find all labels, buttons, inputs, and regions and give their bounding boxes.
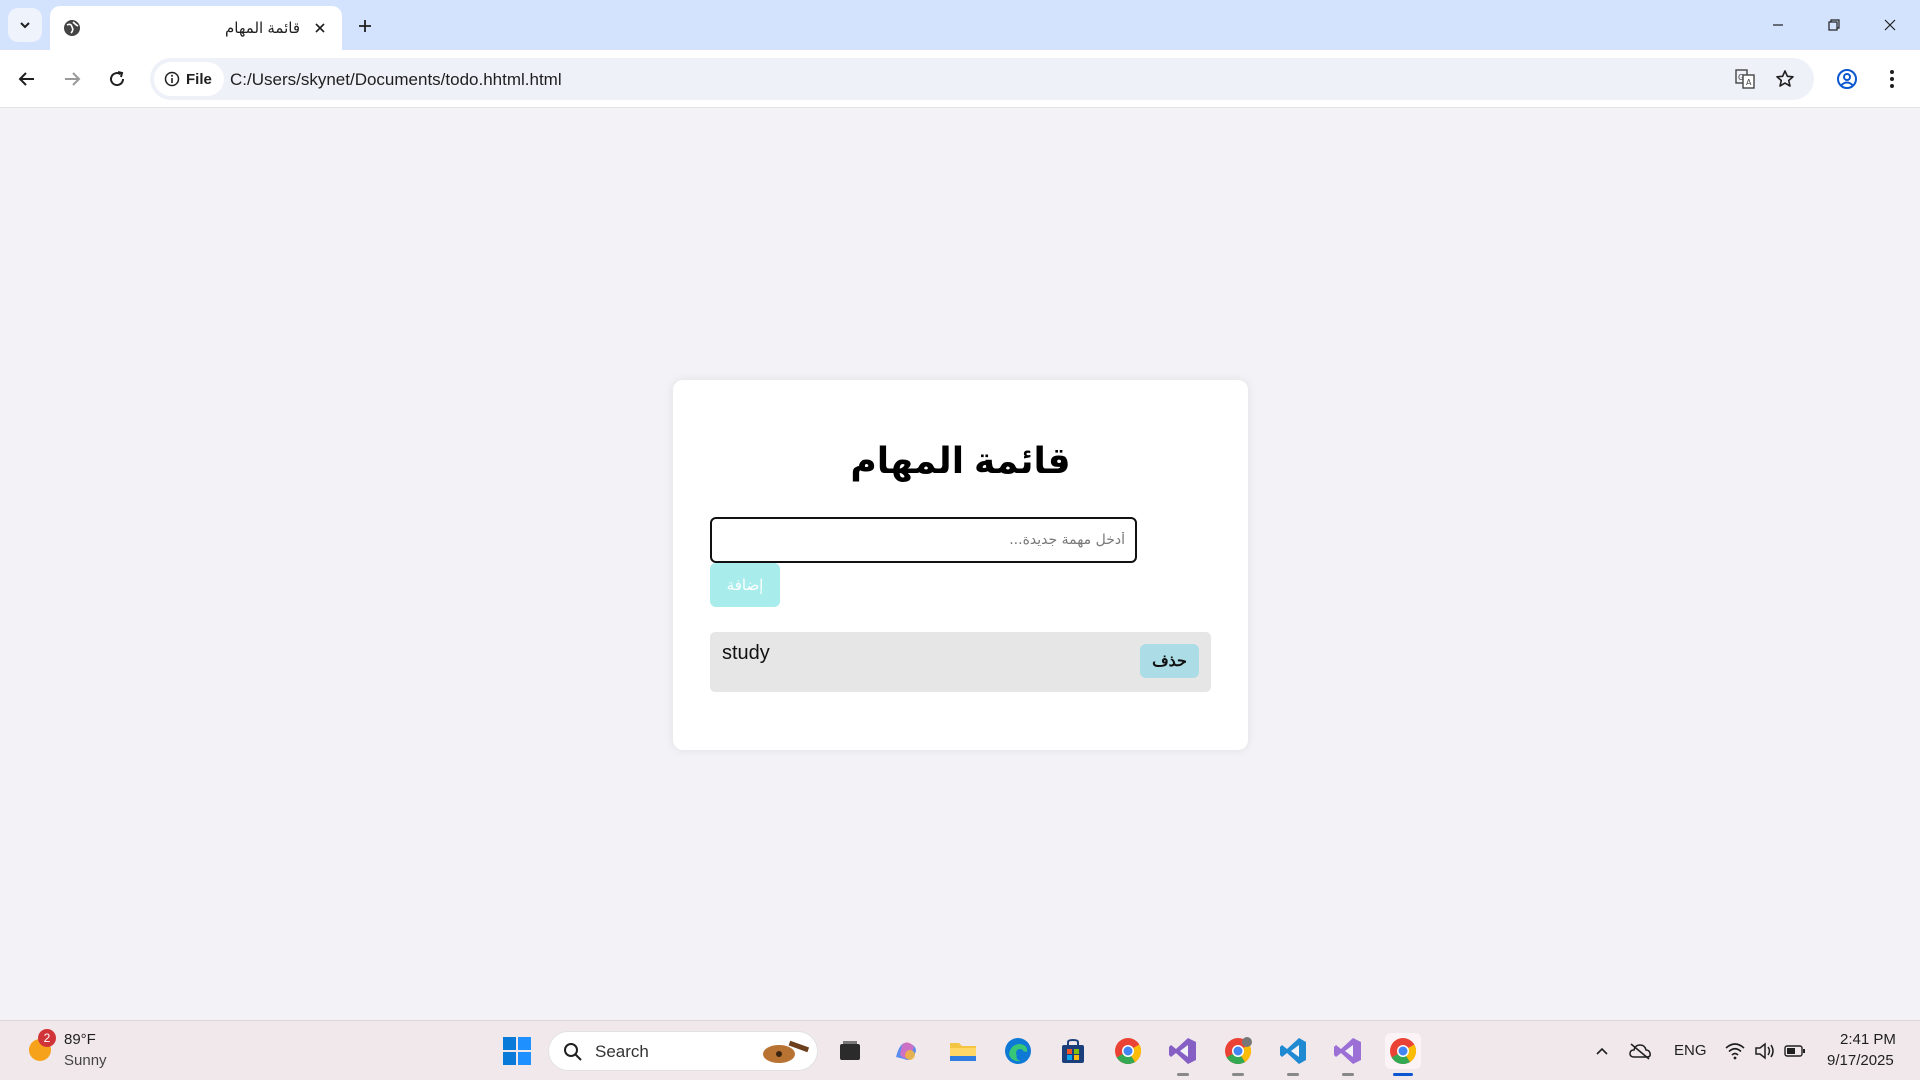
tab-close-button[interactable] — [308, 16, 332, 40]
weather-badge: 2 — [38, 1029, 56, 1047]
more-vertical-icon — [1890, 70, 1894, 88]
site-info-chip[interactable]: File — [154, 62, 224, 96]
edge-icon — [1005, 1038, 1031, 1064]
translate-button[interactable]: GA — [1731, 65, 1759, 93]
back-button[interactable] — [11, 63, 43, 95]
running-indicator — [1287, 1073, 1299, 1076]
browser-toolbar: File C:/Users/skynet/Documents/todo.hhtm… — [0, 50, 1920, 108]
translate-icon: GA — [1735, 69, 1755, 89]
delete-task-button[interactable]: حذف — [1140, 644, 1199, 678]
close-icon — [315, 23, 325, 33]
weather-condition: Sunny — [64, 1052, 107, 1069]
visual-studio-icon — [1334, 1038, 1361, 1064]
new-task-input[interactable] — [710, 517, 1137, 563]
restore-button[interactable] — [1806, 0, 1862, 50]
vscode-button[interactable] — [1275, 1033, 1311, 1069]
forward-button[interactable] — [56, 63, 88, 95]
taskbar: 2 89°F Sunny Search ENG 2:41 PM 9/17/202… — [0, 1020, 1920, 1080]
star-icon — [1776, 70, 1794, 87]
onedrive-button[interactable] — [1622, 1033, 1658, 1069]
address-bar[interactable]: File C:/Users/skynet/Documents/todo.hhtm… — [150, 58, 1814, 100]
taskbar-search[interactable]: Search — [548, 1031, 818, 1071]
chevron-up-icon — [1596, 1047, 1608, 1055]
show-hidden-icons-button[interactable] — [1584, 1033, 1620, 1069]
browser-menu-button[interactable] — [1876, 63, 1908, 95]
chrome-icon — [1115, 1038, 1142, 1065]
bookmark-button[interactable] — [1771, 65, 1799, 93]
reload-icon — [110, 71, 125, 87]
store-icon — [1062, 1038, 1084, 1063]
globe-icon — [64, 20, 80, 36]
profile-button[interactable] — [1831, 63, 1863, 95]
chrome-active-button[interactable] — [1385, 1033, 1421, 1069]
battery-icon — [1784, 1045, 1805, 1057]
minimize-icon — [1773, 24, 1783, 26]
windows-logo-icon — [503, 1037, 531, 1065]
info-icon — [164, 71, 180, 87]
running-indicator — [1177, 1073, 1189, 1076]
tab-strip: قائمة المهام — [0, 0, 1920, 50]
close-icon — [1884, 19, 1896, 31]
copilot-button[interactable] — [888, 1033, 924, 1069]
svg-text:G: G — [1738, 73, 1744, 82]
task-view-icon — [840, 1041, 860, 1060]
tab-title: قائمة المهام — [225, 20, 300, 37]
edge-button[interactable] — [1000, 1033, 1036, 1069]
volume-icon — [1755, 1042, 1774, 1060]
visual-studio-preview-button[interactable] — [1330, 1033, 1366, 1069]
clock-date: 9/17/2025 — [1827, 1052, 1894, 1069]
tab-search-button[interactable] — [8, 8, 42, 42]
page-title: قائمة المهام — [850, 440, 1071, 481]
language-indicator[interactable]: ENG — [1674, 1042, 1707, 1059]
search-icon — [564, 1043, 582, 1061]
chrome-dev-icon — [1225, 1037, 1252, 1065]
todo-card: قائمة المهام إضافة study حذف — [673, 380, 1248, 750]
battery-button[interactable] — [1777, 1033, 1813, 1069]
cloud-off-icon — [1629, 1043, 1651, 1060]
wifi-icon — [1725, 1043, 1745, 1060]
search-label: Search — [595, 1042, 649, 1061]
arrow-right-icon — [65, 72, 81, 86]
url-text[interactable]: C:/Users/skynet/Documents/todo.hhtml.htm… — [230, 70, 562, 90]
chevron-down-icon — [20, 22, 30, 29]
visual-studio-icon — [1169, 1038, 1196, 1064]
svg-text:A: A — [1746, 78, 1752, 87]
chrome-icon — [1390, 1038, 1417, 1065]
chrome-dev-button[interactable] — [1220, 1033, 1256, 1069]
restore-icon — [1828, 19, 1840, 31]
reload-button[interactable] — [101, 63, 133, 95]
folder-icon — [950, 1043, 976, 1061]
window-close-button[interactable] — [1862, 0, 1918, 50]
running-indicator — [1342, 1073, 1354, 1076]
task-list: study حذف — [710, 632, 1211, 692]
task-view-button[interactable] — [832, 1033, 868, 1069]
arrow-left-icon — [18, 72, 34, 86]
search-highlight-icon — [763, 1040, 810, 1063]
chrome-button[interactable] — [1110, 1033, 1146, 1069]
task-text: study — [722, 642, 770, 664]
weather-temperature: 89°F — [64, 1031, 96, 1048]
visual-studio-button[interactable] — [1165, 1033, 1201, 1069]
clock-time: 2:41 PM — [1840, 1031, 1896, 1048]
minimize-button[interactable] — [1750, 0, 1806, 50]
running-indicator — [1232, 1073, 1244, 1076]
plus-icon — [359, 20, 371, 32]
task-item: study حذف — [710, 632, 1211, 692]
new-tab-button[interactable] — [351, 12, 379, 40]
active-indicator — [1393, 1073, 1413, 1076]
copilot-icon — [896, 1042, 916, 1060]
browser-tab[interactable]: قائمة المهام — [50, 6, 342, 50]
microsoft-store-button[interactable] — [1055, 1033, 1091, 1069]
page-viewport: قائمة المهام إضافة study حذف — [0, 108, 1920, 1020]
vscode-icon — [1280, 1038, 1306, 1064]
screen: قائمة المهام File C:/Users/skynet/Docume… — [0, 0, 1920, 1080]
add-task-button[interactable]: إضافة — [710, 563, 780, 607]
account-icon — [1837, 69, 1857, 89]
file-explorer-button[interactable] — [945, 1033, 981, 1069]
site-label: File — [186, 70, 212, 88]
start-button[interactable] — [499, 1033, 535, 1069]
